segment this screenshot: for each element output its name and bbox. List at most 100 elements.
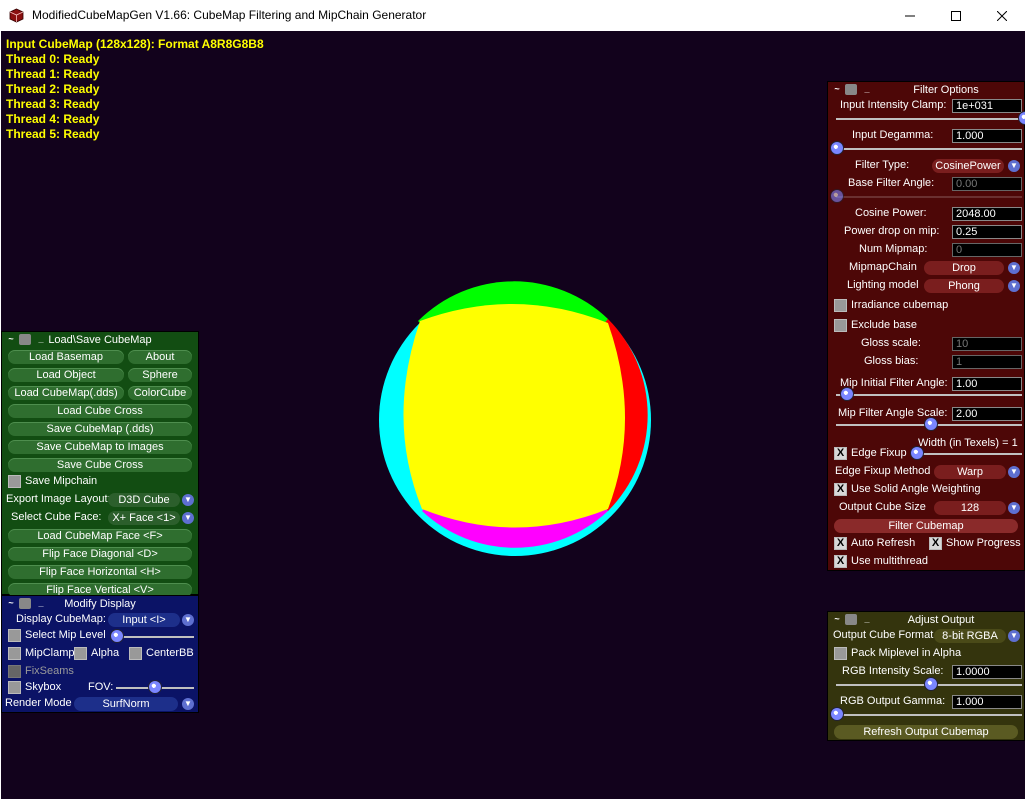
input-clamp-field[interactable]: 1e+031 <box>952 99 1022 113</box>
mip-initial-angle-field[interactable]: 1.00 <box>952 377 1022 391</box>
filter-type-select[interactable]: CosinePower <box>932 159 1004 173</box>
mipclamp-checkbox[interactable] <box>8 647 21 660</box>
edge-fixup-label: Edge Fixup <box>851 447 907 459</box>
flip-diagonal-button[interactable]: Flip Face Diagonal <D> <box>8 547 192 561</box>
mip-angle-scale-slider-knob[interactable] <box>924 417 938 431</box>
save-cubemap-dds-button[interactable]: Save CubeMap (.dds) <box>8 422 192 436</box>
select-face-label: Select Cube Face: <box>11 511 102 523</box>
chevron-down-icon[interactable]: ▼ <box>1008 466 1020 478</box>
select-face-select[interactable]: X+ Face <1> <box>108 511 180 525</box>
mip-initial-angle-slider[interactable] <box>836 394 1022 396</box>
save-cubemap-images-button[interactable]: Save CubeMap to Images <box>8 440 192 454</box>
render-viewport[interactable]: Input CubeMap (128x128): Format A8R8G8B8… <box>1 31 1025 799</box>
base-angle-slider[interactable] <box>836 196 1022 198</box>
exclude-base-label: Exclude base <box>851 319 918 331</box>
load-object-button[interactable]: Load Object <box>8 368 124 382</box>
base-angle-slider-knob[interactable] <box>830 189 844 203</box>
output-size-select[interactable]: 128 <box>934 501 1006 515</box>
rgb-gamma-field[interactable]: 1.000 <box>952 695 1022 709</box>
auto-refresh-checkbox[interactable]: X <box>834 537 847 550</box>
flip-horizontal-button[interactable]: Flip Face Horizontal <H> <box>8 565 192 579</box>
about-button[interactable]: About <box>128 350 192 364</box>
window-title: ModifiedCubeMapGen V1.66: CubeMap Filter… <box>32 8 427 22</box>
panel-toggle-button[interactable] <box>845 84 857 95</box>
input-degamma-slider[interactable] <box>836 148 1022 150</box>
irradiance-checkbox[interactable] <box>834 299 847 312</box>
fixseams-checkbox[interactable] <box>8 665 21 678</box>
panel-toggle-button[interactable] <box>845 614 857 625</box>
use-multithread-checkbox[interactable]: X <box>834 555 847 568</box>
load-cubemap-face-button[interactable]: Load CubeMap Face <F> <box>8 529 192 543</box>
gloss-bias-label: Gloss bias: <box>864 355 919 367</box>
filter-cubemap-button[interactable]: Filter Cubemap <box>834 519 1018 533</box>
panel-title: Adjust Output <box>907 614 975 626</box>
rgb-scale-slider-knob[interactable] <box>924 677 938 691</box>
input-degamma-field[interactable]: 1.000 <box>952 129 1022 143</box>
refresh-output-button[interactable]: Refresh Output Cubemap <box>834 725 1018 739</box>
colorcube-button[interactable]: ColorCube <box>128 386 192 400</box>
minimize-button[interactable] <box>887 0 933 31</box>
input-clamp-slider[interactable] <box>836 118 1022 120</box>
chevron-down-icon[interactable]: ▼ <box>182 512 194 524</box>
solid-angle-checkbox[interactable]: X <box>834 483 847 496</box>
load-cubemap-dds-button[interactable]: Load CubeMap(.dds) <box>8 386 124 400</box>
load-cube-cross-button[interactable]: Load Cube Cross <box>8 404 192 418</box>
display-cubemap-label: Display CubeMap: <box>16 613 106 625</box>
chevron-down-icon[interactable]: ▼ <box>182 698 194 710</box>
save-cube-cross-button[interactable]: Save Cube Cross <box>8 458 192 472</box>
base-angle-field[interactable]: 0.00 <box>952 177 1022 191</box>
export-layout-label: Export Image Layout: <box>6 493 111 505</box>
chevron-down-icon[interactable]: ▼ <box>1008 262 1020 274</box>
mip-level-slider[interactable] <box>112 636 194 638</box>
mip-angle-scale-field[interactable]: 2.00 <box>952 407 1022 421</box>
pack-miplevel-checkbox[interactable] <box>834 647 847 660</box>
pack-miplevel-label: Pack Miplevel in Alpha <box>851 647 962 659</box>
maximize-button[interactable] <box>933 0 979 31</box>
chevron-down-icon[interactable]: ▼ <box>182 494 194 506</box>
power-drop-field[interactable]: 0.25 <box>952 225 1022 239</box>
select-mip-level-checkbox[interactable] <box>8 629 21 642</box>
render-mode-select[interactable]: SurfNorm <box>74 697 178 711</box>
rgb-gamma-slider-knob[interactable] <box>830 707 844 721</box>
mip-initial-angle-slider-knob[interactable] <box>840 387 854 401</box>
chevron-down-icon[interactable]: ▼ <box>182 614 194 626</box>
rgb-gamma-slider[interactable] <box>836 714 1022 716</box>
edge-width-slider-knob[interactable] <box>910 446 924 460</box>
show-progress-checkbox[interactable]: X <box>929 537 942 550</box>
centerbb-checkbox[interactable] <box>129 647 142 660</box>
fov-slider-knob[interactable] <box>148 680 162 694</box>
input-degamma-label: Input Degamma: <box>852 129 934 141</box>
edge-width-slider[interactable] <box>912 453 1022 455</box>
close-icon <box>997 10 1007 21</box>
chevron-down-icon[interactable]: ▼ <box>1008 502 1020 514</box>
alpha-label: Alpha <box>91 647 120 659</box>
input-degamma-slider-knob[interactable] <box>830 141 844 155</box>
input-clamp-slider-knob[interactable] <box>1018 111 1025 125</box>
lighting-model-select[interactable]: Phong <box>924 279 1004 293</box>
chevron-down-icon[interactable]: ▼ <box>1008 160 1020 172</box>
edge-fixup-checkbox[interactable]: X <box>834 447 847 460</box>
filter-type-label: Filter Type: <box>855 159 910 171</box>
sphere-button[interactable]: Sphere <box>128 368 192 382</box>
skybox-checkbox[interactable] <box>8 681 21 694</box>
alpha-checkbox[interactable] <box>74 647 87 660</box>
mipmapchain-select[interactable]: Drop <box>924 261 1004 275</box>
save-mipchain-checkbox[interactable] <box>8 475 21 488</box>
collapse-tilde-button[interactable]: ~ <box>831 614 843 625</box>
exclude-base-checkbox[interactable] <box>834 319 847 332</box>
load-basemap-button[interactable]: Load Basemap <box>8 350 124 364</box>
chevron-down-icon[interactable]: ▼ <box>1008 630 1020 642</box>
rgb-scale-field[interactable]: 1.0000 <box>952 665 1022 679</box>
export-layout-select[interactable]: D3D Cube <box>108 493 180 507</box>
collapse-tilde-button[interactable]: ~ <box>831 84 843 95</box>
close-button[interactable] <box>979 0 1025 31</box>
edge-method-select[interactable]: Warp <box>934 465 1006 479</box>
cosine-power-field[interactable]: 2048.00 <box>952 207 1022 221</box>
gloss-scale-field[interactable]: 10 <box>952 337 1022 351</box>
mip-level-slider-knob[interactable] <box>110 629 124 643</box>
display-cubemap-select[interactable]: Input <I> <box>108 613 180 627</box>
chevron-down-icon[interactable]: ▼ <box>1008 280 1020 292</box>
output-format-select[interactable]: 8-bit RGBA <box>934 629 1006 643</box>
num-mipmap-field[interactable]: 0 <box>952 243 1022 257</box>
gloss-bias-field[interactable]: 1 <box>952 355 1022 369</box>
